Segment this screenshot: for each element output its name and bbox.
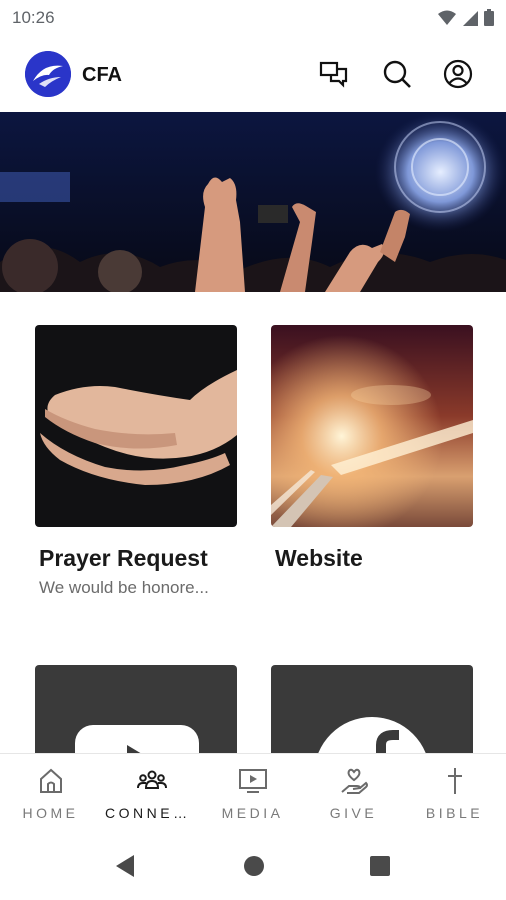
hero-banner[interactable] <box>0 112 506 292</box>
home-icon <box>40 768 62 793</box>
nav-connect[interactable]: CONNEC… <box>101 754 202 829</box>
signal-icon <box>463 10 478 26</box>
people-icon <box>137 770 167 789</box>
system-nav-bar <box>0 828 506 900</box>
wifi-icon <box>438 10 456 25</box>
search-button[interactable] <box>381 58 413 90</box>
recents-icon[interactable] <box>369 855 391 877</box>
search-icon <box>383 60 411 88</box>
card-title: Prayer Request <box>39 545 208 571</box>
youtube-icon <box>75 725 199 765</box>
website-image <box>271 325 473 527</box>
status-bar: 10:26 <box>0 0 506 36</box>
nav-media[interactable]: MEDIA <box>202 754 303 829</box>
nav-label: HOME <box>22 805 79 821</box>
nav-label: GIVE <box>329 805 378 821</box>
card-subtitle: We would be honore... <box>39 578 209 597</box>
nav-bible[interactable]: BIBLE <box>404 754 505 829</box>
app-logo[interactable] <box>25 51 71 97</box>
give-icon <box>341 768 368 794</box>
tv-icon <box>239 769 267 793</box>
card-facebook[interactable] <box>271 665 473 765</box>
nav-label: CONNEC… <box>105 805 202 821</box>
status-time: 10:26 <box>12 8 55 27</box>
chat-button[interactable] <box>318 58 350 90</box>
facebook-icon <box>314 717 430 765</box>
account-button[interactable] <box>442 58 474 90</box>
back-icon[interactable] <box>114 854 136 878</box>
bottom-nav: HOME CONNEC… MEDIA GIVE BIBLE <box>0 753 506 828</box>
chat-icon <box>319 61 348 88</box>
card-website[interactable]: Website <box>271 325 473 578</box>
account-icon <box>443 59 473 89</box>
nav-home[interactable]: HOME <box>0 754 101 829</box>
nav-label: MEDIA <box>221 805 284 821</box>
card-title: Website <box>275 545 363 571</box>
card-prayer-request[interactable]: Prayer Request We would be honore... <box>35 325 237 598</box>
prayer-request-image <box>35 325 237 527</box>
battery-icon <box>484 9 494 26</box>
cross-icon <box>448 768 462 794</box>
app-header: CFA <box>0 36 506 112</box>
card-youtube[interactable] <box>35 665 237 765</box>
app-title: CFA <box>82 64 122 86</box>
nav-label: BIBLE <box>425 805 484 821</box>
home-button-icon[interactable] <box>243 855 265 877</box>
nav-give[interactable]: GIVE <box>303 754 404 829</box>
status-icons <box>438 9 494 26</box>
